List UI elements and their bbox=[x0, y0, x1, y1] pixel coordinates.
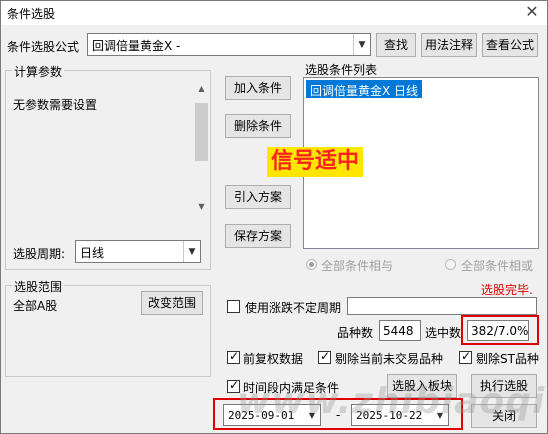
save-plan-button[interactable]: 保存方案 bbox=[225, 224, 291, 248]
exclude-st-checkbox[interactable] bbox=[459, 349, 472, 364]
timerange-checkbox[interactable] bbox=[227, 378, 240, 393]
window-title: 条件选股 bbox=[7, 7, 56, 21]
add-to-block-button[interactable]: 选股入板块 bbox=[387, 374, 457, 398]
chevron-down-icon[interactable]: ▼ bbox=[304, 405, 320, 425]
and-radio-label: 全部条件相与 bbox=[321, 259, 394, 273]
chevron-down-icon[interactable]: ▼ bbox=[183, 241, 200, 262]
period-value: 日线 bbox=[80, 246, 105, 260]
import-plan-button[interactable]: 引入方案 bbox=[225, 185, 291, 209]
execute-button[interactable]: 执行选股 bbox=[471, 374, 537, 398]
list-item[interactable]: 回调倍量黄金X 日线 bbox=[306, 80, 423, 98]
scope-value: 全部A股 bbox=[13, 299, 58, 313]
params-message: 无参数需要设置 bbox=[13, 98, 98, 112]
uncertain-period-label: 使用涨跌不定周期 bbox=[245, 301, 342, 315]
date-to-field[interactable]: 2025-10-22 ▼ bbox=[351, 404, 449, 426]
period-combo[interactable]: 日线 ▼ bbox=[75, 240, 201, 263]
count-label: 品种数 bbox=[337, 326, 374, 340]
uncertain-period-checkbox[interactable] bbox=[227, 300, 240, 313]
or-radio[interactable] bbox=[445, 259, 456, 270]
date-from-field[interactable]: 2025-09-01 ▼ bbox=[223, 404, 321, 426]
period-label: 选股周期: bbox=[13, 247, 66, 261]
params-group-title: 计算参数 bbox=[12, 63, 65, 80]
status-text: 选股完毕. bbox=[481, 283, 533, 297]
add-condition-button[interactable]: 加入条件 bbox=[225, 76, 291, 100]
exclude-st-label: 剔除ST品种 bbox=[476, 352, 539, 366]
adjust-label: 前复权数据 bbox=[243, 352, 304, 366]
title-bar[interactable]: 条件选股 ✕ bbox=[1, 1, 547, 25]
selected-label: 选中数 bbox=[425, 326, 462, 340]
dialog-window: 条件选股 ✕ 条件选股公式 回调倍量黄金X - ▼ 查找 用法注释 查看公式 计… bbox=[0, 0, 548, 434]
condition-list-title: 选股条件列表 bbox=[305, 63, 378, 77]
signal-overlay: 信号适中 bbox=[267, 147, 364, 177]
exclude-untraded-label: 剔除当前未交易品种 bbox=[335, 352, 444, 366]
chevron-down-icon[interactable]: ▼ bbox=[353, 34, 370, 55]
delete-condition-button[interactable]: 删除条件 bbox=[225, 114, 291, 138]
scroll-up-icon[interactable]: ▲ bbox=[193, 81, 210, 97]
scroll-down-icon[interactable]: ▼ bbox=[193, 199, 210, 215]
find-button[interactable]: 查找 bbox=[376, 33, 416, 57]
date-from-value: 2025-09-01 bbox=[228, 409, 295, 422]
view-formula-button[interactable]: 查看公式 bbox=[482, 33, 538, 57]
uncertain-period-field[interactable] bbox=[347, 297, 537, 315]
and-radio[interactable] bbox=[306, 259, 317, 270]
selected-highlight-box bbox=[461, 315, 539, 345]
formula-combo[interactable]: 回调倍量黄金X - ▼ bbox=[87, 33, 371, 56]
exclude-untraded-checkbox[interactable] bbox=[318, 349, 331, 364]
or-radio-label: 全部条件相或 bbox=[461, 259, 534, 273]
timerange-label: 时间段内满足条件 bbox=[243, 381, 340, 395]
date-to-value: 2025-10-22 bbox=[356, 409, 423, 422]
usage-button[interactable]: 用法注释 bbox=[421, 33, 477, 57]
close-icon[interactable]: ✕ bbox=[521, 2, 543, 22]
close-button[interactable]: 关闭 bbox=[471, 404, 537, 428]
params-scrollbar[interactable]: ▲ ▼ bbox=[193, 81, 210, 215]
chevron-down-icon[interactable]: ▼ bbox=[432, 405, 448, 425]
formula-label: 条件选股公式 bbox=[7, 40, 80, 54]
count-field: 5448 bbox=[379, 320, 421, 341]
scope-group-title: 选股范围 bbox=[12, 278, 65, 295]
formula-value: 回调倍量黄金X - bbox=[92, 39, 181, 53]
date-separator: - bbox=[336, 408, 341, 422]
scroll-thumb[interactable] bbox=[195, 103, 208, 161]
change-scope-button[interactable]: 改变范围 bbox=[141, 291, 203, 315]
adjust-checkbox[interactable] bbox=[227, 349, 240, 364]
count-value: 5448 bbox=[383, 324, 414, 338]
